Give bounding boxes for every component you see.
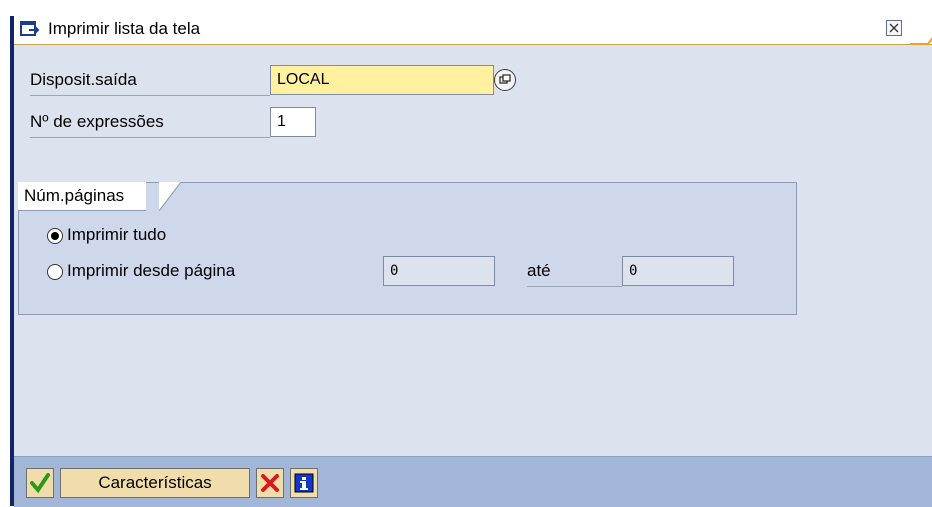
output-device-input[interactable]: LOCAL [270, 65, 494, 95]
footer-toolbar: Características [14, 456, 932, 507]
print-dialog: Imprimir lista da tela Disposit.saída LO… [0, 0, 932, 507]
print-all-label: Imprimir tudo [67, 225, 167, 244]
group-title-decoration [159, 182, 181, 211]
close-icon [889, 23, 899, 33]
info-icon [294, 473, 314, 493]
dialog-title: Imprimir lista da tela [48, 19, 201, 38]
pages-group: Núm.páginas Imprimir tudo Imprimir desde… [18, 182, 797, 315]
pages-group-title: Núm.páginas [18, 182, 147, 211]
print-from-page-option[interactable]: Imprimir desde página [47, 257, 235, 285]
checkmark-icon [30, 473, 50, 494]
copies-input[interactable]: 1 [270, 107, 316, 137]
confirm-button[interactable] [26, 468, 54, 498]
info-button[interactable] [290, 468, 318, 498]
copies-label: Nº de expressões [30, 107, 270, 138]
print-all-radio[interactable] [47, 227, 63, 244]
dialog-content: Disposit.saída LOCAL Nº de expressões 1 … [14, 45, 932, 456]
print-from-page-radio[interactable] [47, 263, 63, 280]
print-all-option[interactable]: Imprimir tudo [47, 221, 166, 249]
to-page-label: até [527, 256, 622, 287]
value-help-button[interactable] [494, 69, 516, 91]
dialog-window-icon [20, 21, 40, 36]
output-device-label: Disposit.saída [30, 65, 270, 96]
cancel-x-icon [261, 474, 279, 492]
to-page-input[interactable]: 0 [622, 256, 734, 286]
print-from-page-label: Imprimir desde página [67, 261, 236, 280]
title-bar: Imprimir lista da tela [14, 16, 932, 45]
from-page-input[interactable]: 0 [383, 256, 495, 286]
title-bar-decoration [910, 37, 932, 45]
cancel-button[interactable] [256, 468, 284, 498]
characteristics-button[interactable]: Características [60, 468, 250, 498]
close-button[interactable] [886, 20, 902, 36]
value-help-icon [499, 74, 511, 84]
